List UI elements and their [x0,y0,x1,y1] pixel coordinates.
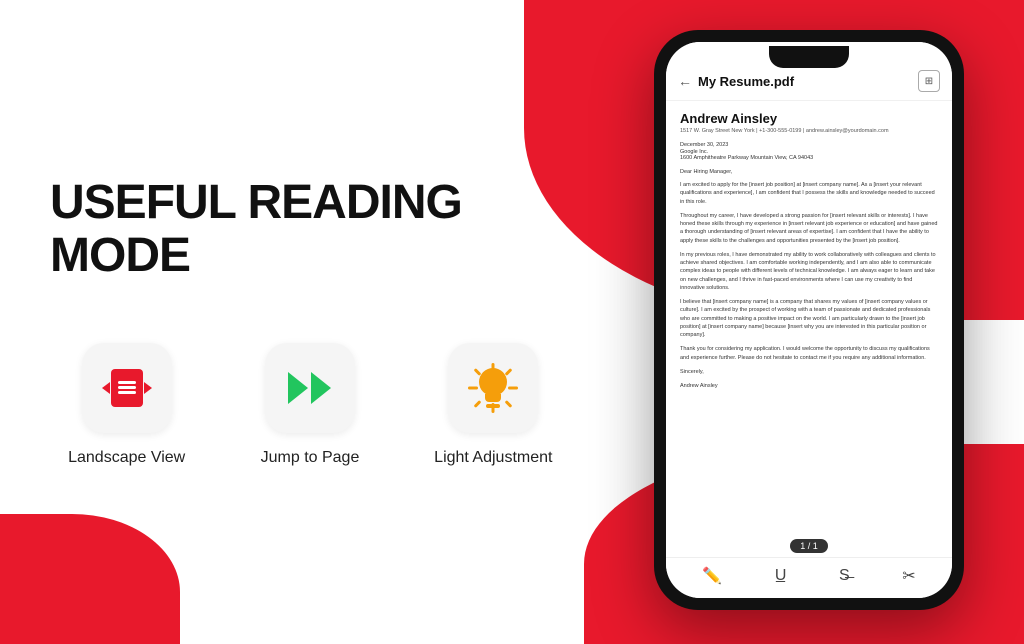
jump-icon-wrapper [265,343,355,433]
landscape-icon [102,369,152,407]
light-label: Light Adjustment [434,449,552,467]
underline-icon[interactable]: U̲ [775,567,787,585]
jump-icon [288,372,331,404]
features-row: Landscape View Jump to Page [50,343,570,467]
resume-name: Andrew Ainsley [680,111,938,126]
phone-screen: ← My Resume.pdf ⊞ Andrew Ainsley 1517 W.… [666,42,952,598]
resume-body2: Throughout my career, I have developed a… [680,212,938,245]
light-icon [468,363,518,413]
page-indicator: 1 / 1 [666,535,952,557]
feature-landscape[interactable]: Landscape View [50,343,203,467]
strikethrough-icon[interactable]: S̶ [839,567,850,585]
pdf-header: ← My Resume.pdf ⊞ [666,42,952,101]
pen-icon[interactable]: ✏️ [702,566,722,586]
landscape-label: Landscape View [68,449,185,467]
back-arrow-icon[interactable]: ← [678,73,692,89]
resume-body1: I am excited to apply for the [insert jo… [680,181,938,206]
pdf-toolbar: ✏️ U̲ S̶ ✂ [666,557,952,598]
jump-label: Jump to Page [261,449,360,467]
light-icon-wrapper [448,343,538,433]
content-area: USEFUL READING MODE Landscape View Jum [0,0,620,644]
resume-contact: 1517 W. Gray Street New York | +1-300-55… [680,128,938,134]
scissors-icon[interactable]: ✂ [902,566,915,586]
resume-body5: Thank you for considering my application… [680,345,938,362]
pdf-content: Andrew Ainsley 1517 W. Gray Street New Y… [666,101,952,535]
resume-greeting: Dear Hiring Manager, [680,169,938,175]
pdf-title: My Resume.pdf [698,74,794,89]
resume-signature: Andrew Ainsley [680,382,938,390]
phone-outer: ← My Resume.pdf ⊞ Andrew Ainsley 1517 W.… [654,30,964,610]
pdf-header-left: ← My Resume.pdf [678,73,794,89]
feature-light[interactable]: Light Adjustment [417,343,570,467]
feature-jump[interactable]: Jump to Page [233,343,386,467]
resume-body3: In my previous roles, I have demonstrate… [680,251,938,292]
resume-closing: Sincerely, [680,368,938,376]
phone-mockup: ← My Resume.pdf ⊞ Andrew Ainsley 1517 W.… [654,30,964,610]
pdf-menu-icon[interactable]: ⊞ [918,70,940,92]
landscape-icon-wrapper [82,343,172,433]
page-badge: 1 / 1 [790,539,828,553]
main-title: USEFUL READING MODE [50,177,570,283]
resume-body4: I believe that [insert company name] is … [680,298,938,339]
resume-company: Google Inc. 1600 Amphitheatre Parkway Mo… [680,149,938,161]
resume-date: December 30, 2023 [680,142,938,148]
